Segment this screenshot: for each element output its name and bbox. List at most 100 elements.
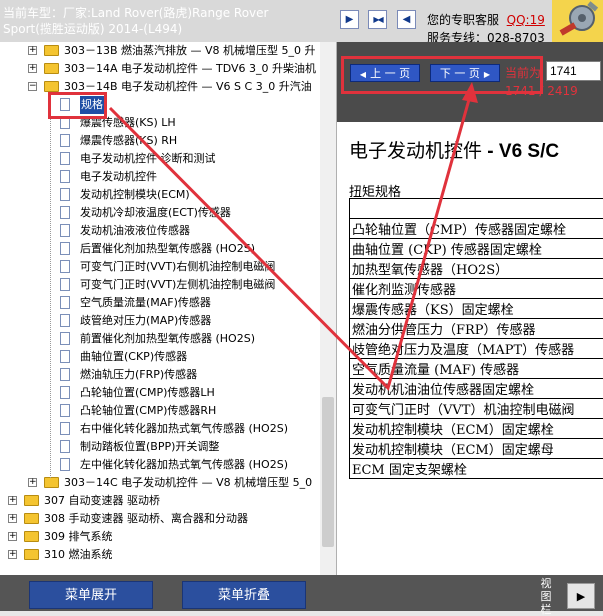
expand-icon[interactable]: +	[28, 46, 37, 55]
tree-folder-item[interactable]: +303－14C 电子发动机控件 — V8 机械增压型 5_0	[0, 474, 320, 492]
navigation-tree-panel: +303－13B 燃油蒸汽排放 — V8 机械增压型 5_0 升+303－14A…	[0, 42, 337, 575]
table-cell: 发动机控制模块（ECM）固定螺母	[350, 439, 603, 459]
table-cell: 加热型氧传感器（HO2S）	[350, 259, 603, 279]
table-cell: ECM 固定支架螺栓	[350, 459, 603, 479]
tree-doc-item[interactable]: 制动踏板位置(BPP)开关调整	[0, 438, 320, 456]
tree-folder-item[interactable]: +308 手动变速器 驱动桥、离合器和分动器	[0, 510, 320, 528]
document-icon	[60, 152, 70, 165]
nav-first-button[interactable]: ▶	[340, 10, 359, 29]
tree-item-label: 308 手动变速器 驱动桥、离合器和分动器	[44, 510, 248, 528]
expand-icon[interactable]: +	[8, 550, 17, 559]
tree-item-label: 燃油轨压力(FRP)传感器	[80, 366, 197, 384]
view-bar-label: 视图栏	[539, 577, 553, 616]
tree-scrollbar-thumb[interactable]	[322, 397, 334, 547]
document-icon	[60, 188, 70, 201]
tree-doc-item[interactable]: 燃油轨压力(FRP)传感器	[0, 366, 320, 384]
tree-doc-item[interactable]: 凸轮轴位置(CMP)传感器LH	[0, 384, 320, 402]
tree-doc-item[interactable]: 左中催化转化器加热式氧气传感器 (HO2S)	[0, 456, 320, 474]
table-row: 可变气门正时（VVT）机油控制电磁阀	[350, 399, 603, 419]
tree-item-label: 303－13B 燃油蒸汽排放 — V8 机械增压型 5_0 升	[64, 42, 316, 60]
tree-item-label: 凸轮轴位置(CMP)传感器LH	[80, 384, 215, 402]
tree-doc-item[interactable]: 凸轮轴位置(CMP)传感器RH	[0, 402, 320, 420]
page-navigator: ◀ 上 一 页 下 一 页 ▶ 当前为 1741 / 2419	[337, 42, 603, 122]
table-cell: 燃油分供管压力（FRP）传感器	[350, 319, 603, 339]
collapse-icon[interactable]: −	[28, 82, 37, 91]
table-row: 凸轮轴位置（CMP）传感器固定螺栓	[350, 219, 603, 239]
next-page-button[interactable]: 下 一 页 ▶	[430, 64, 500, 82]
menu-collapse-button[interactable]: 菜单折叠	[182, 581, 306, 609]
tree-doc-item[interactable]: 右中催化转化器加热式氧气传感器 (HO2S)	[0, 420, 320, 438]
prev-page-label: 上 一 页	[370, 67, 410, 80]
page-number-input[interactable]	[546, 61, 601, 81]
tree-doc-item[interactable]: 可变气门正时(VVT)左侧机油控制电磁阀	[0, 276, 320, 294]
next-page-arrow-icon: ▶	[484, 70, 490, 79]
folder-icon	[24, 513, 39, 524]
tree-doc-item[interactable]: 电子发动机控件 诊断和测试	[0, 150, 320, 168]
tree-folder-item[interactable]: +303－13B 燃油蒸汽排放 — V8 机械增压型 5_0 升	[0, 42, 320, 60]
prev-page-arrow-icon: ◀	[360, 70, 366, 79]
tree-doc-item[interactable]: 可变气门正时(VVT)右侧机油控制电磁阀	[0, 258, 320, 276]
prev-page-button[interactable]: ◀ 上 一 页	[350, 64, 420, 82]
support-qq-link[interactable]: QQ:19	[507, 13, 545, 27]
current-page-label: 当前为	[505, 64, 541, 81]
torque-spec-table: 凸轮轴位置（CMP）传感器固定螺栓曲轴位置 (CKP) 传感器固定螺栓加热型氧传…	[349, 198, 603, 479]
tree-doc-item[interactable]: 爆震传感器(KS) LH	[0, 114, 320, 132]
tree-item-label: 爆震传感器(KS) RH	[80, 132, 177, 150]
folder-icon	[44, 477, 59, 488]
table-row: 发动机控制模块（ECM）固定螺母	[350, 439, 603, 459]
document-icon	[60, 116, 70, 129]
tree-scrollbar[interactable]	[320, 42, 336, 575]
table-row: 歧管绝对压力及温度（MAPT）传感器	[350, 339, 603, 359]
tree-folder-item[interactable]: +309 排气系统	[0, 528, 320, 546]
tree-item-label: 发动机控制模块(ECM)	[80, 186, 190, 204]
table-row: 发动机控制模块（ECM）固定螺栓	[350, 419, 603, 439]
tree-item-label: 左中催化转化器加热式氧气传感器 (HO2S)	[80, 456, 288, 474]
tree-doc-item[interactable]: 爆震传感器(KS) RH	[0, 132, 320, 150]
document-panel: ◀ 上 一 页 下 一 页 ▶ 当前为 1741 / 2419 电子发动机控件 - …	[337, 42, 603, 575]
table-row	[350, 199, 603, 219]
nav-last-button[interactable]: ◀	[397, 10, 416, 29]
tree-item-label: 309 排气系统	[44, 528, 113, 546]
tree-guide-line	[50, 98, 51, 478]
expand-icon[interactable]: +	[8, 514, 17, 523]
document-icon	[60, 260, 70, 273]
folder-icon	[44, 81, 59, 92]
folder-icon	[24, 495, 39, 506]
tree-doc-item[interactable]: 后置催化剂加热型氧传感器 (HO2S)	[0, 240, 320, 258]
tree-doc-item[interactable]: 电子发动机控件	[0, 168, 320, 186]
folder-icon	[24, 531, 39, 542]
mascot-logo-icon	[552, 0, 603, 42]
tree-doc-item[interactable]: 规格	[0, 96, 320, 114]
tree-folder-item[interactable]: +303－14A 电子发动机控件 — TDV6 3_0 升柴油机	[0, 60, 320, 78]
tree-item-label: 电子发动机控件 诊断和测试	[80, 150, 216, 168]
tree-folder-item[interactable]: −303－14B 电子发动机控件 — V6 S C 3_0 升汽油	[0, 78, 320, 96]
folder-icon	[44, 63, 59, 74]
expand-icon[interactable]: +	[8, 532, 17, 541]
document-body: 电子发动机控件 - V6 S/C 扭矩规格 凸轮轴位置（CMP）传感器固定螺栓曲…	[337, 122, 603, 575]
folder-icon	[24, 549, 39, 560]
tree-doc-item[interactable]: 发动机油液液位传感器	[0, 222, 320, 240]
table-row: ECM 固定支架螺栓	[350, 459, 603, 479]
tree-doc-item[interactable]: 前置催化剂加热型氧传感器 (HO2S)	[0, 330, 320, 348]
expand-icon[interactable]: +	[8, 496, 17, 505]
tree-item-label: 可变气门正时(VVT)右侧机油控制电磁阀	[80, 258, 275, 276]
tree-doc-item[interactable]: 曲轴位置(CKP)传感器	[0, 348, 320, 366]
tree-item-label: 310 燃油系统	[44, 546, 113, 564]
menu-expand-button[interactable]: 菜单展开	[29, 581, 153, 609]
tree-doc-item[interactable]: 发动机控制模块(ECM)	[0, 186, 320, 204]
tree-doc-item[interactable]: 空气质量流量(MAF)传感器	[0, 294, 320, 312]
view-toggle-button[interactable]: ▶	[567, 583, 595, 609]
table-cell: 爆震传感器（KS）固定螺栓	[350, 299, 603, 319]
document-icon	[60, 170, 70, 183]
expand-icon[interactable]: +	[28, 478, 37, 487]
tree-doc-item[interactable]: 歧管绝对压力(MAP)传感器	[0, 312, 320, 330]
tree-doc-item[interactable]: 发动机冷却液温度(ECT)传感器	[0, 204, 320, 222]
expand-icon[interactable]: +	[28, 64, 37, 73]
nav-center-button[interactable]: ▶◀	[368, 10, 387, 29]
document-icon	[60, 368, 70, 381]
tree-folder-item[interactable]: +307 自动变速器 驱动桥	[0, 492, 320, 510]
table-row: 发动机机油油位传感器固定螺栓	[350, 379, 603, 399]
page-count-label: 1741 / 2419	[505, 84, 578, 98]
tree-folder-item[interactable]: +310 燃油系统	[0, 546, 320, 564]
next-page-label: 下 一 页	[440, 67, 480, 80]
